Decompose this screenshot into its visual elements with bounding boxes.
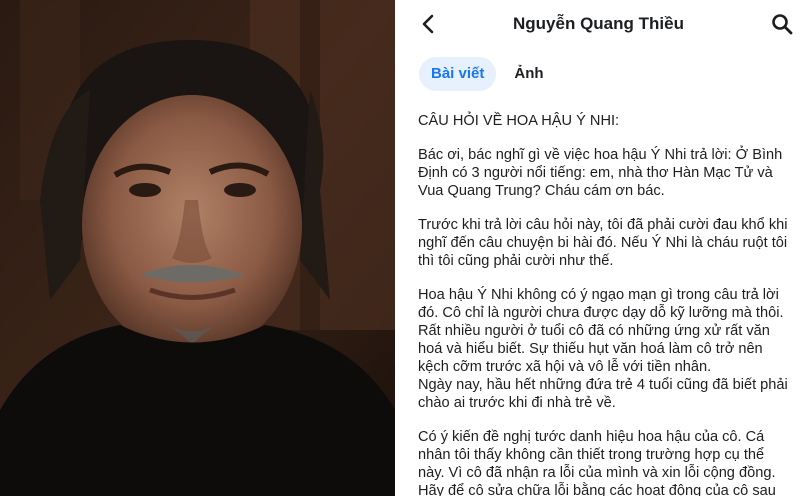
tab-bar: Bài viết Ảnh xyxy=(419,56,556,92)
tab-photos[interactable]: Ảnh xyxy=(502,57,555,91)
page-title: Nguyễn Quang Thiều xyxy=(513,14,684,33)
post-paragraph: Có ý kiến đề nghị tước danh hiệu hoa hậu… xyxy=(418,429,776,496)
profile-panel: Nguyễn Quang Thiều Bài viết Ảnh CÂU HỎI … xyxy=(397,0,800,496)
tab-posts[interactable]: Bài viết xyxy=(419,57,497,91)
portrait-image xyxy=(0,0,395,496)
profile-photo xyxy=(0,0,395,496)
post-body: CÂU HỎI VỀ HOA HẬU Ý NHI: Bác ơi, bác ng… xyxy=(418,112,788,496)
post-paragraph: Hoa hậu Ý Nhi không có ý ngạo mạn gì tro… xyxy=(418,287,788,411)
post-heading: CÂU HỎI VỀ HOA HẬU Ý NHI: xyxy=(418,113,620,129)
top-bar: Nguyễn Quang Thiều xyxy=(397,0,800,48)
post-paragraph: Bác ơi, bác nghĩ gì về việc hoa hậu Ý Nh… xyxy=(418,147,783,199)
post-paragraph: Trước khi trả lời câu hỏi này, tôi đã ph… xyxy=(418,217,788,269)
search-icon[interactable] xyxy=(770,12,794,36)
